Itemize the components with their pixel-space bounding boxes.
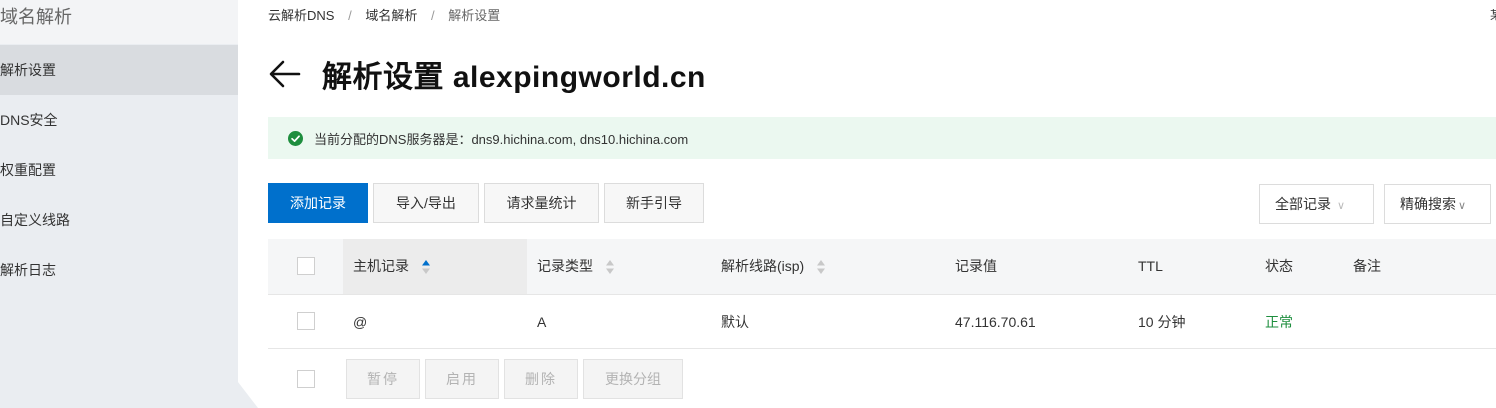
sidebar-item-weight-config[interactable]: 权重配置 [0,145,238,195]
column-header-remark: 备注 [1353,258,1381,274]
sort-icon[interactable] [605,259,615,275]
record-filter-select[interactable]: 全部记录 ∨ [1259,184,1374,224]
notice-text: 当前分配的DNS服务器是：dns9.hichina.com, dns10.hic… [314,131,689,147]
column-header-line[interactable]: 解析线路(isp) [721,256,826,276]
delete-button[interactable]: 删除 [504,359,578,399]
import-export-button[interactable]: 导入/导出 [373,183,479,223]
search-mode-value: 精确搜索 [1400,196,1456,212]
chevron-down-icon: ∨ [1337,200,1346,212]
change-group-button[interactable]: 更换分组 [583,359,683,399]
sort-icon[interactable] [816,259,826,275]
check-circle-icon [288,130,303,146]
cell-status: 正常 [1265,314,1293,330]
breadcrumb: 云解析DNS / 域名解析 / 解析设置 [268,6,500,26]
sidebar-item-dns-security[interactable]: DNS安全 [0,95,238,145]
sidebar-title: 域名解析 [0,0,238,44]
select-all-checkbox[interactable] [297,257,315,275]
column-header-value: 记录值 [955,258,997,274]
cell-host: @ [353,314,368,330]
page-title-row: 解析设置 alexpingworld.cn [268,52,706,96]
column-header-status: 状态 [1265,258,1293,274]
dns-server-notice: 当前分配的DNS服务器是：dns9.hichina.com, dns10.hic… [268,117,1496,159]
sidebar-item-label: 权重配置 [0,162,56,178]
page-title: 解析设置 alexpingworld.cn [322,61,706,94]
sidebar-item-label: 解析日志 [0,262,56,278]
back-arrow-icon[interactable] [268,57,302,91]
sidebar-item-label: 自定义线路 [0,212,70,228]
row-checkbox[interactable] [297,312,315,330]
column-header-type[interactable]: 记录类型 [537,256,615,276]
cell-value: 47.116.70.61 [955,314,1036,330]
beginner-guide-button[interactable]: 新手引导 [604,183,704,223]
column-header-label: 解析线路(isp) [721,258,805,274]
chevron-down-icon: ∨ [1458,200,1467,212]
sidebar-collapse-corner[interactable] [238,382,258,408]
breadcrumb-item-cloud-dns[interactable]: 云解析DNS [268,8,334,23]
sort-icon[interactable] [421,259,431,275]
record-filter-value: 全部记录 [1275,196,1331,212]
breadcrumb-separator: / [348,8,352,23]
column-header-ttl: TTL [1138,258,1163,274]
cell-ttl: 10 分钟 [1138,314,1186,330]
breadcrumb-item-domain-dns[interactable]: 域名解析 [365,8,417,23]
cell-line: 默认 [721,314,749,330]
pause-button[interactable]: 暂停 [346,359,420,399]
header-right-text: 某 [1490,6,1496,26]
breadcrumb-separator: / [430,8,435,23]
sidebar-item-custom-line[interactable]: 自定义线路 [0,195,238,245]
search-mode-select[interactable]: 精确搜索 ∨ [1384,184,1491,224]
breadcrumb-item-current: 解析设置 [448,8,501,23]
add-record-button[interactable]: 添加记录 [268,183,368,223]
column-header-host[interactable]: 主机记录 [353,256,431,276]
enable-button[interactable]: 启用 [425,359,499,399]
sidebar-item-label: DNS安全 [0,112,58,128]
sidebar-item-dns-log[interactable]: 解析日志 [0,245,238,295]
request-stats-button[interactable]: 请求量统计 [484,183,599,223]
bulk-select-checkbox[interactable] [297,370,315,388]
sidebar: 域名解析 解析设置 DNS安全 权重配置 自定义线路 解析日志 [0,0,238,408]
column-header-label: 主机记录 [353,258,409,274]
table-row [268,295,1496,349]
column-header-label: 记录类型 [537,258,593,274]
cell-type: A [537,314,547,330]
sidebar-item-label: 解析设置 [0,62,56,78]
sidebar-item-dns-settings[interactable]: 解析设置 [0,45,238,95]
